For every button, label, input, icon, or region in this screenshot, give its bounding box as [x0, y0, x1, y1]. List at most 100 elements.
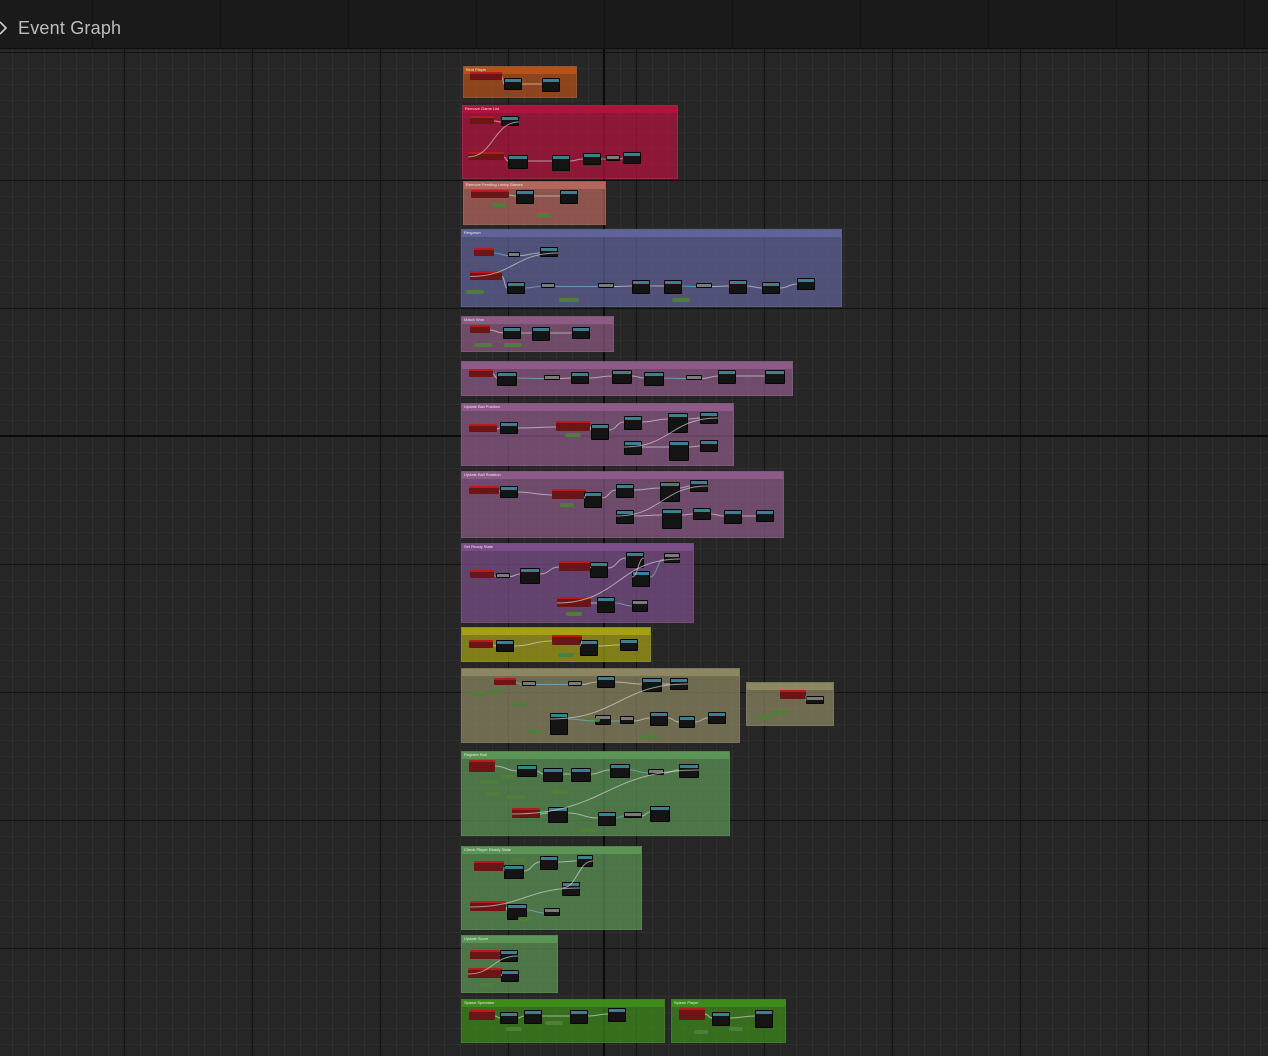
variable-node[interactable] [537, 213, 551, 217]
function-node[interactable] [718, 370, 736, 384]
event-node[interactable] [494, 678, 516, 685]
event-node[interactable] [470, 116, 494, 124]
function-node[interactable] [644, 372, 664, 386]
pure-node[interactable] [606, 155, 620, 161]
function-node[interactable] [650, 712, 668, 726]
function-node[interactable] [662, 509, 682, 529]
event-node[interactable] [474, 861, 504, 871]
comment-header[interactable]: Update Ball Position [462, 404, 733, 411]
event-node[interactable] [469, 424, 497, 432]
pure-node[interactable] [568, 681, 582, 686]
function-node[interactable] [610, 764, 630, 778]
function-node[interactable] [500, 486, 518, 498]
function-node[interactable] [504, 865, 524, 879]
event-node[interactable] [470, 570, 494, 578]
function-node[interactable] [504, 78, 522, 90]
event-node[interactable] [559, 561, 591, 571]
function-node[interactable] [584, 492, 602, 508]
comment-header[interactable]: Set Ready State [462, 544, 693, 551]
function-node[interactable] [762, 282, 780, 294]
event-node[interactable] [469, 486, 499, 494]
pure-node[interactable] [541, 283, 555, 288]
function-node[interactable] [729, 280, 747, 294]
pure-node[interactable] [686, 375, 702, 380]
function-node[interactable] [626, 552, 644, 568]
comment-header[interactable]: Respawn [462, 230, 841, 237]
function-node[interactable] [524, 1010, 542, 1024]
chevron-right-icon[interactable] [0, 8, 18, 48]
function-node[interactable] [516, 190, 534, 204]
function-node[interactable] [623, 152, 641, 164]
pure-node[interactable] [664, 553, 680, 563]
function-node[interactable] [755, 1010, 773, 1028]
event-node[interactable] [679, 1008, 705, 1020]
function-node[interactable] [570, 1010, 588, 1024]
variable-node[interactable] [504, 343, 522, 347]
function-node[interactable] [679, 716, 695, 728]
function-node[interactable] [679, 764, 699, 778]
comment-box[interactable]: Set Ready State [461, 543, 694, 623]
comment-box[interactable]: Remove Pending Lobby Games [463, 181, 606, 225]
function-node[interactable] [712, 1012, 730, 1026]
comment-header[interactable] [462, 628, 650, 635]
function-node[interactable] [693, 508, 711, 520]
function-node[interactable] [724, 510, 742, 524]
variable-node[interactable] [466, 290, 484, 294]
variable-node[interactable] [479, 983, 493, 987]
function-node[interactable] [500, 950, 518, 962]
function-node[interactable] [632, 571, 650, 587]
function-node[interactable] [650, 806, 670, 822]
comment-header[interactable] [747, 683, 833, 690]
variable-node[interactable] [757, 716, 771, 720]
variable-node[interactable] [550, 790, 568, 794]
function-node[interactable] [797, 278, 815, 290]
function-node[interactable] [624, 416, 642, 430]
function-node[interactable] [542, 78, 560, 92]
pure-node[interactable] [624, 812, 642, 818]
event-node[interactable] [552, 489, 586, 499]
variable-node[interactable] [580, 828, 598, 832]
comment-box[interactable]: Spawn Spectator [461, 999, 665, 1043]
variable-node[interactable] [565, 433, 581, 437]
event-node[interactable] [557, 597, 591, 607]
event-graph-canvas[interactable]: Bind Player Remove Game List Remove Pendin… [0, 0, 1268, 1056]
function-node[interactable] [664, 280, 682, 294]
function-node[interactable] [756, 510, 774, 522]
function-node[interactable] [660, 482, 680, 502]
variable-node[interactable] [560, 503, 574, 507]
function-node[interactable] [572, 327, 590, 339]
variable-node[interactable] [474, 343, 492, 347]
pure-node[interactable] [620, 716, 634, 724]
function-node[interactable] [708, 712, 726, 724]
function-node[interactable] [597, 676, 615, 688]
variable-node[interactable] [770, 711, 788, 715]
pure-node[interactable] [696, 283, 712, 288]
function-node[interactable] [583, 153, 601, 165]
function-node[interactable] [668, 413, 688, 433]
variable-node[interactable] [672, 298, 690, 302]
function-node[interactable] [543, 768, 563, 782]
function-node[interactable] [620, 639, 638, 651]
pure-node[interactable] [632, 600, 648, 612]
event-node[interactable] [470, 325, 490, 333]
event-node[interactable] [469, 760, 495, 772]
function-node[interactable] [670, 678, 688, 690]
function-node[interactable] [624, 441, 642, 455]
variable-node[interactable] [566, 612, 582, 616]
function-node[interactable] [632, 280, 650, 294]
function-node[interactable] [571, 768, 591, 782]
variable-node[interactable] [527, 730, 541, 734]
comment-box[interactable]: Remove Game List [462, 105, 678, 179]
comment-box[interactable]: Update Ball Rotation [461, 471, 784, 538]
variable-node[interactable] [512, 702, 526, 706]
event-node[interactable] [512, 808, 540, 818]
function-node[interactable] [552, 155, 570, 171]
function-node[interactable] [591, 424, 609, 440]
function-node[interactable] [642, 678, 662, 692]
function-node[interactable] [508, 155, 528, 169]
pure-node[interactable] [806, 696, 824, 704]
comment-header[interactable]: Spawn Player [672, 1000, 785, 1007]
function-node[interactable] [590, 562, 608, 578]
function-node[interactable] [562, 882, 580, 896]
variable-node[interactable] [490, 690, 504, 694]
